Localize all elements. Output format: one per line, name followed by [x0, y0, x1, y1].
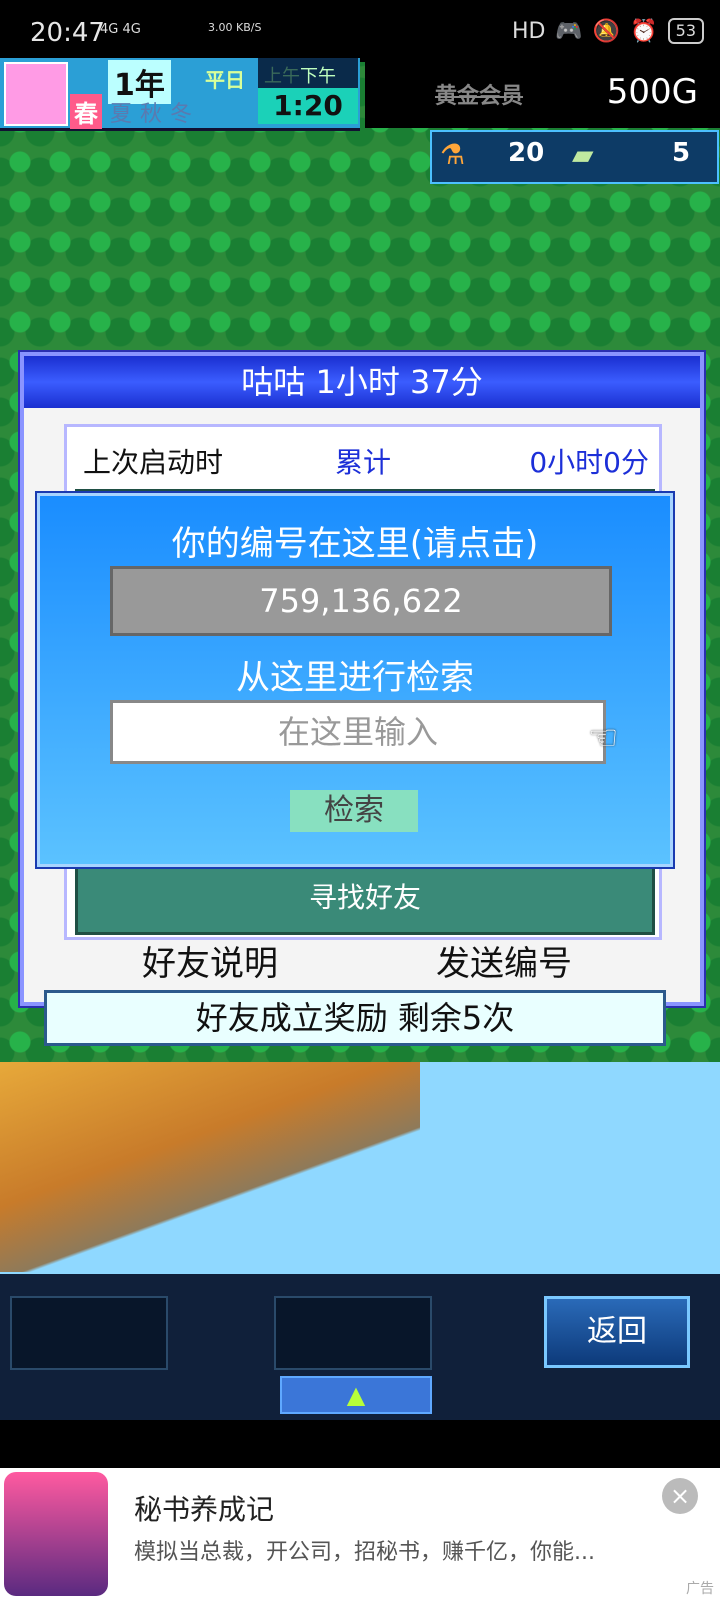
seasons-other: 夏秋冬 — [110, 102, 201, 127]
avatar[interactable] — [4, 62, 68, 126]
id-prompt: 你的编号在这里(请点击) — [171, 524, 539, 564]
status-time: 20:47 — [30, 18, 105, 48]
status-bar: 20:47 4G 4G 3.00 KB/S HD 🎮 🔕 ⏰ 53 — [0, 0, 720, 62]
close-icon[interactable]: × — [662, 1478, 698, 1514]
expand-menu-button[interactable]: ▲ — [280, 1376, 432, 1414]
search-button[interactable]: 检索 — [290, 790, 418, 832]
date-hud: 1年 平日 春 夏秋冬 上午 下午 1:20 — [0, 58, 360, 131]
game-clock: 1:20 — [258, 88, 358, 124]
total-label: 累计 — [335, 446, 392, 479]
gold-member-label: 黄金会员 — [435, 84, 524, 109]
ticket-icon: ▰ — [572, 138, 594, 171]
status-icons: HD 🎮 🔕 ⏰ 53 — [512, 18, 704, 44]
last-launch-label: 上次启动时 — [83, 446, 224, 479]
ampm-indicator: 上午 下午 — [258, 58, 358, 88]
back-button[interactable]: 返回 — [544, 1296, 690, 1368]
weekday-label: 平日 — [205, 68, 245, 92]
ad-label: 广告 — [686, 1581, 714, 1597]
dialog-title: 咕咕 1小时 37分 — [24, 356, 700, 408]
ticket-count: 5 — [672, 138, 691, 168]
friend-help-button[interactable]: 好友说明 — [142, 936, 278, 985]
ad-title[interactable]: 秘书养成记 — [134, 1488, 274, 1528]
mute-icon: 🔕 — [592, 18, 621, 44]
game-controller-icon: 🎮 — [555, 18, 583, 44]
resource-bar: ⚗ 20 ▰ 5 — [430, 130, 719, 184]
total-time-value: 0小时0分 — [529, 446, 649, 479]
hd-icon: HD — [511, 18, 546, 44]
battery-icon: 53 — [667, 18, 704, 44]
pointing-hand-icon: ☜ — [588, 718, 619, 758]
friend-reward-banner: 好友成立奖励 剩余5次 — [44, 990, 666, 1046]
ad-banner[interactable]: 秘书养成记 模拟当总裁，开公司，招秘书，赚千亿，你能... × 广告 — [0, 1468, 720, 1600]
ad-description[interactable]: 模拟当总裁，开公司，招秘书，赚千亿，你能... — [134, 1534, 604, 1566]
network-signal-icon: 4G 4G — [100, 22, 141, 37]
research-points: 20 — [508, 138, 545, 168]
ad-image[interactable] — [4, 1472, 108, 1596]
find-friends-label: 寻找好友 — [308, 881, 421, 914]
triangle-up-icon: ▲ — [346, 1381, 366, 1409]
menu-slot-2[interactable] — [274, 1296, 432, 1370]
friend-id-input[interactable] — [110, 700, 606, 764]
garden-area — [0, 1062, 420, 1272]
player-id-box[interactable]: 759,136,622 — [110, 566, 612, 636]
flask-icon: ⚗ — [440, 138, 466, 171]
pm-label: 下午 — [300, 66, 336, 87]
money-hud: 黄金会员 500G — [365, 58, 720, 128]
friend-search-popup: 你的编号在这里(请点击) 759,136,622 从这里进行检索 ☜ 检索 — [37, 493, 673, 867]
network-speed: 3.00 KB/S — [208, 21, 262, 34]
search-prompt: 从这里进行检索 — [236, 658, 474, 698]
alarm-icon: ⏰ — [630, 18, 658, 44]
bottom-controls: 返回 ▲ — [0, 1274, 720, 1420]
send-id-button[interactable]: 发送编号 — [436, 936, 572, 985]
am-label: 上午 — [264, 66, 300, 87]
season-current: 春 — [70, 94, 102, 129]
menu-slot-1[interactable] — [10, 1296, 168, 1370]
gold-amount: 500G — [606, 72, 698, 112]
